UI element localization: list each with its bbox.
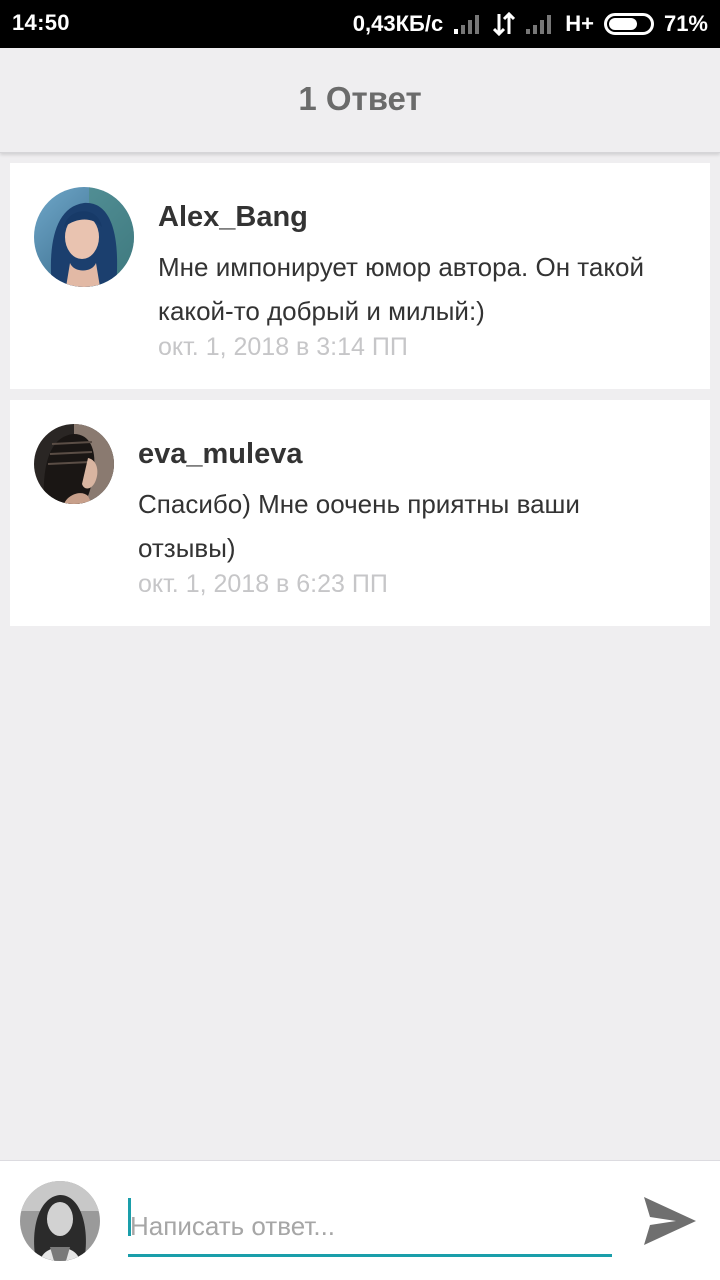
status-bar: 14:50 0,43КБ/с H+ 71%	[0, 0, 720, 48]
comment-timestamp: окт. 1, 2018 в 6:23 ПП	[138, 570, 388, 598]
status-time: 14:50	[12, 10, 70, 35]
status-indicators: 0,43КБ/с H+ 71%	[353, 8, 708, 40]
signal-icon	[525, 13, 555, 35]
network-speed: 0,43КБ/с	[352, 11, 444, 36]
screen: 14:50 0,43КБ/с H+ 71% 1 Ответ Alex_Bang …	[0, 0, 720, 1280]
avatar-photo-icon	[34, 187, 134, 287]
comment-card: Alex_Bang Мне импонирует юмор автора. Он…	[10, 163, 710, 389]
current-user-avatar	[20, 1181, 100, 1261]
avatar-photo-icon	[20, 1181, 100, 1261]
app-header: 1 Ответ	[0, 48, 720, 153]
reply-input[interactable]	[128, 1199, 612, 1257]
battery-level	[608, 18, 638, 30]
battery-icon	[603, 13, 654, 35]
comment-timestamp: окт. 1, 2018 в 3:14 ПП	[158, 333, 408, 361]
comment-card: eva_muleva Спасибо) Мне оочень приятны в…	[10, 400, 710, 626]
reply-composer	[0, 1160, 720, 1280]
comment-author[interactable]: Alex_Bang	[158, 201, 308, 234]
comment-author[interactable]: eva_muleva	[138, 438, 302, 471]
user-avatar[interactable]	[34, 424, 114, 504]
page-title: 1 Ответ	[298, 80, 422, 117]
network-type: H+	[565, 11, 594, 36]
send-button[interactable]	[640, 1193, 700, 1249]
send-icon	[644, 1197, 696, 1245]
battery-percent: 71%	[663, 11, 708, 36]
signal-icon	[453, 13, 483, 35]
data-transfer-icon	[493, 12, 516, 36]
avatar-photo-icon	[34, 424, 114, 504]
user-avatar[interactable]	[34, 187, 134, 287]
comment-text: Мне импонирует юмор автора. Он такой как…	[158, 252, 645, 326]
text-cursor	[128, 1198, 131, 1236]
comment-text: Спасибо) Мне оочень приятны ваши отзывы)	[138, 489, 580, 563]
